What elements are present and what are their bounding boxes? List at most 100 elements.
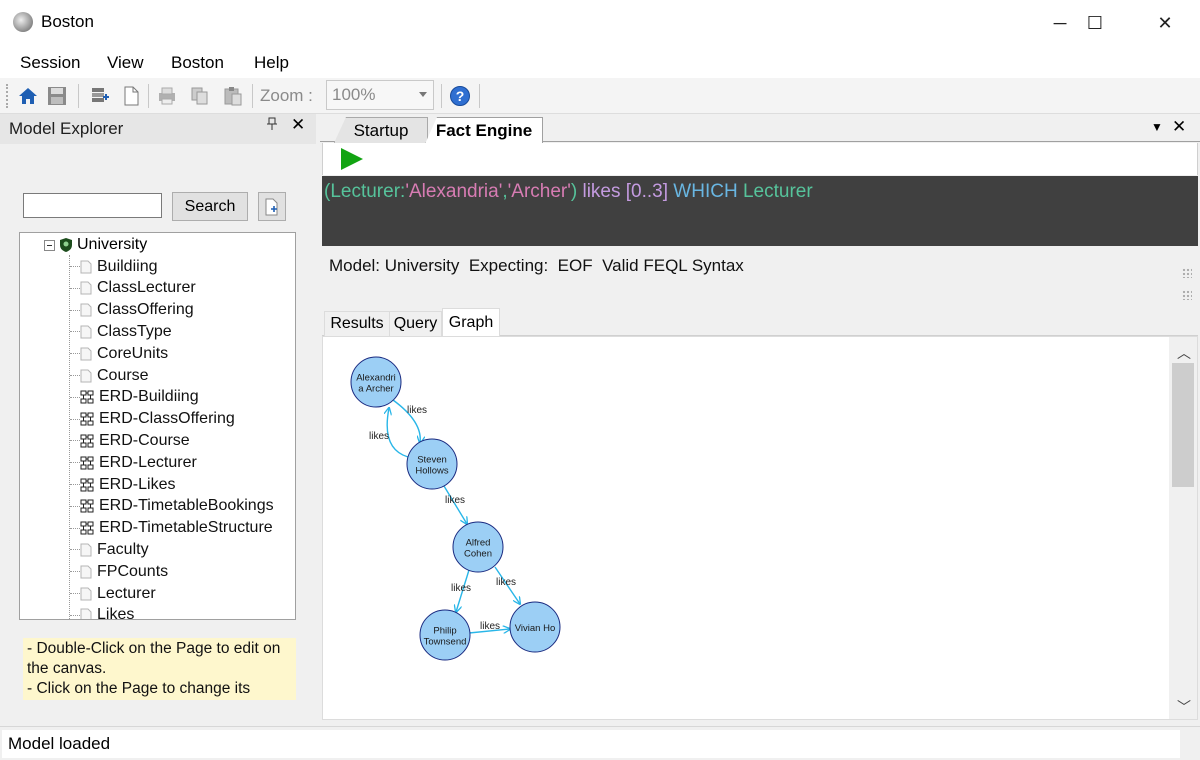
- scrollbar-thumb[interactable]: [1172, 363, 1194, 487]
- help-icon[interactable]: ?: [447, 83, 473, 109]
- tree-connector: [70, 593, 80, 594]
- tree-item[interactable]: ERD-Lecturer: [80, 452, 197, 473]
- page-icon: [80, 281, 92, 295]
- tree-item[interactable]: CoreUnits: [80, 343, 168, 364]
- tree-item[interactable]: Buildiing: [80, 256, 157, 277]
- tree-item-label: ClassLecturer: [97, 279, 196, 297]
- tree-item-label: CoreUnits: [97, 344, 169, 362]
- tab-startup[interactable]: Startup: [334, 117, 428, 143]
- query-editor[interactable]: (Lecturer:'Alexandria','Archer') likes […: [322, 176, 1198, 246]
- add-page-icon: [265, 198, 278, 215]
- new-model-icon[interactable]: [87, 83, 113, 109]
- tree-item-label: ERD-Likes: [99, 475, 176, 493]
- tree-connector: [70, 266, 80, 267]
- paste-icon[interactable]: [220, 83, 246, 109]
- toolbar-separator: [441, 84, 442, 108]
- tree-connector: [70, 571, 80, 573]
- new-page-icon[interactable]: [118, 83, 144, 109]
- page-icon: [80, 587, 92, 601]
- collapse-icon[interactable]: [44, 239, 55, 251]
- close-panel-button[interactable]: ✕: [291, 115, 305, 135]
- tree-item[interactable]: ERD-ClassOffering: [80, 409, 235, 430]
- close-tab-button[interactable]: ✕: [1172, 117, 1186, 137]
- tree-item[interactable]: FPCounts: [80, 561, 168, 582]
- tree-item-label: Faculty: [97, 540, 149, 558]
- query-token: likes: [582, 181, 621, 202]
- tree-item[interactable]: ERD-TimetableStructure: [80, 518, 273, 539]
- tree-connector: [70, 396, 80, 398]
- model-shield-icon: [60, 238, 72, 252]
- tree-connector: [70, 331, 80, 333]
- copy-icon[interactable]: [187, 83, 213, 109]
- tree-item-label: ERD-TimetableStructure: [99, 519, 273, 537]
- model-tree: University Buildiing ClassLecturer ClassOf…: [19, 232, 296, 620]
- toolbar: Zoom : 100% ?: [0, 78, 1200, 114]
- pin-icon[interactable]: [266, 117, 278, 134]
- hint-line: - Double-Click on the Page to edit on th…: [27, 640, 281, 677]
- tree-root-university[interactable]: University: [44, 235, 147, 255]
- menu-view[interactable]: View: [107, 53, 144, 73]
- tree-connector: [70, 484, 80, 485]
- edge-label: likes: [407, 405, 427, 416]
- tab-query[interactable]: Query: [389, 311, 442, 336]
- save-icon[interactable]: [44, 83, 70, 109]
- tree-connector: [70, 375, 80, 376]
- maximize-button[interactable]: ☐: [1060, 0, 1130, 46]
- menu-boston[interactable]: Boston: [171, 53, 224, 73]
- menu-help[interactable]: Help: [254, 53, 289, 73]
- tree-item[interactable]: Faculty: [80, 539, 149, 560]
- close-window-button[interactable]: ✕: [1130, 0, 1200, 46]
- erd-icon: [80, 478, 94, 492]
- resize-grip[interactable]: [1182, 268, 1192, 278]
- tree-item[interactable]: ClassType: [80, 321, 172, 342]
- svg-text:?: ?: [456, 88, 465, 104]
- tree-item-label: Likes: [97, 606, 135, 620]
- erd-icon: [80, 434, 94, 448]
- menu-help-label: Help: [254, 53, 289, 72]
- expecting-label: Expecting:: [468, 256, 549, 275]
- edge-label: likes: [445, 495, 465, 506]
- erd-icon: [80, 521, 94, 535]
- tab-graph[interactable]: Graph: [442, 308, 500, 337]
- page-icon: [80, 325, 92, 339]
- window-title: Boston: [41, 12, 94, 31]
- tree-item[interactable]: ERD-Buildiing: [80, 387, 199, 408]
- run-icon[interactable]: [341, 148, 363, 170]
- home-icon[interactable]: [15, 83, 41, 109]
- tab-results[interactable]: Results: [324, 311, 390, 336]
- tree-item[interactable]: ERD-Likes: [80, 474, 175, 495]
- tree-item[interactable]: Course: [80, 365, 149, 386]
- zoom-select[interactable]: 100%: [326, 80, 434, 110]
- menu-session[interactable]: Session: [20, 53, 80, 73]
- tree-item[interactable]: ClassOffering: [80, 300, 194, 321]
- toolbar-separator: [252, 84, 253, 108]
- tree-connector: [70, 614, 80, 616]
- node-label: Vivian Ho: [515, 623, 556, 634]
- search-button[interactable]: Search: [172, 192, 248, 221]
- tab-fact-engine[interactable]: Fact Engine: [425, 117, 543, 144]
- scroll-up-icon[interactable]: ︿: [1177, 343, 1191, 363]
- tree-item[interactable]: ERD-Course: [80, 430, 190, 451]
- fact-engine-document: Startup Fact Engine ▼ ✕ (Lecturer:'Alexa…: [320, 114, 1200, 726]
- model-label: Model: University: [329, 256, 460, 275]
- search-input[interactable]: [23, 193, 162, 218]
- add-page-button[interactable]: [258, 192, 286, 221]
- vertical-scrollbar[interactable]: ︿ ﹀: [1169, 337, 1197, 719]
- tab-list-dropdown[interactable]: ▼: [1151, 120, 1163, 134]
- toolbar-grip[interactable]: [6, 84, 9, 108]
- edge-label: likes: [480, 621, 500, 632]
- tree-item[interactable]: ClassLecturer: [80, 278, 196, 299]
- tree-item[interactable]: Likes: [80, 605, 135, 620]
- resize-grip[interactable]: [1182, 290, 1192, 300]
- scroll-down-icon[interactable]: ﹀: [1177, 697, 1191, 717]
- tree-item[interactable]: Lecturer: [80, 583, 156, 604]
- query-token: (Lecturer:: [324, 181, 406, 202]
- edge-label: likes: [496, 577, 516, 588]
- document-tab-strip: Startup Fact Engine ▼ ✕: [320, 114, 1200, 144]
- model-explorer-header: Model Explorer ✕: [0, 114, 316, 144]
- graph-canvas[interactable]: likes likes likes likes likes likes Alexandri…: [322, 336, 1198, 720]
- print-icon[interactable]: [154, 83, 180, 109]
- tree-item[interactable]: ERD-TimetableBookings: [80, 496, 274, 517]
- query-token: 'Archer': [507, 181, 571, 202]
- erd-icon: [80, 412, 94, 426]
